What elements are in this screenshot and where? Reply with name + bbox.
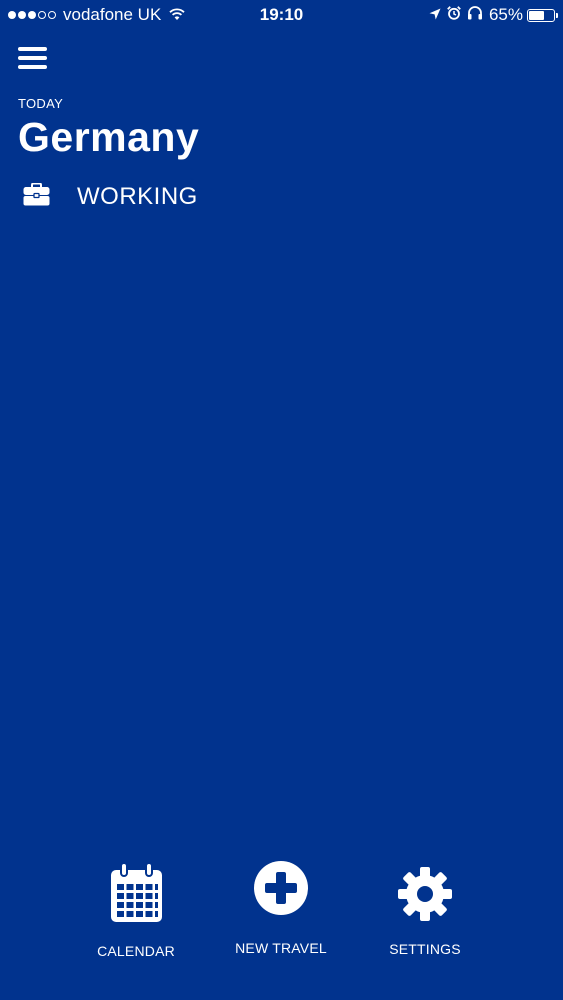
calendar-icon	[108, 860, 165, 929]
status-bar: vodafone UK 19:10 65%	[0, 0, 563, 30]
tab-calendar-label: CALENDAR	[97, 943, 175, 959]
bottom-tab-bar: CALENDAR NEW TRAVEL SETTINGS	[0, 860, 563, 970]
work-status-label: WORKING	[77, 183, 198, 210]
work-status: WORKING	[23, 182, 198, 211]
battery-icon	[527, 8, 558, 22]
gear-icon	[397, 866, 453, 927]
country-title: Germany	[18, 114, 200, 160]
tab-settings[interactable]: SETTINGS	[380, 860, 470, 957]
status-bar-right: 65%	[423, 5, 558, 25]
tab-new-travel-label: NEW TRAVEL	[235, 940, 327, 956]
tab-settings-label: SETTINGS	[389, 941, 461, 957]
location-arrow-icon	[429, 5, 441, 25]
tab-calendar[interactable]: CALENDAR	[96, 860, 176, 959]
tab-new-travel[interactable]: NEW TRAVEL	[226, 860, 336, 956]
today-label: TODAY	[18, 96, 64, 111]
plus-circle-icon	[253, 860, 309, 921]
alarm-icon	[447, 5, 461, 25]
battery-percentage: 65%	[488, 5, 523, 24]
hamburger-menu-icon[interactable]	[18, 45, 48, 71]
headphones-icon	[467, 5, 483, 25]
briefcase-icon	[23, 182, 50, 211]
